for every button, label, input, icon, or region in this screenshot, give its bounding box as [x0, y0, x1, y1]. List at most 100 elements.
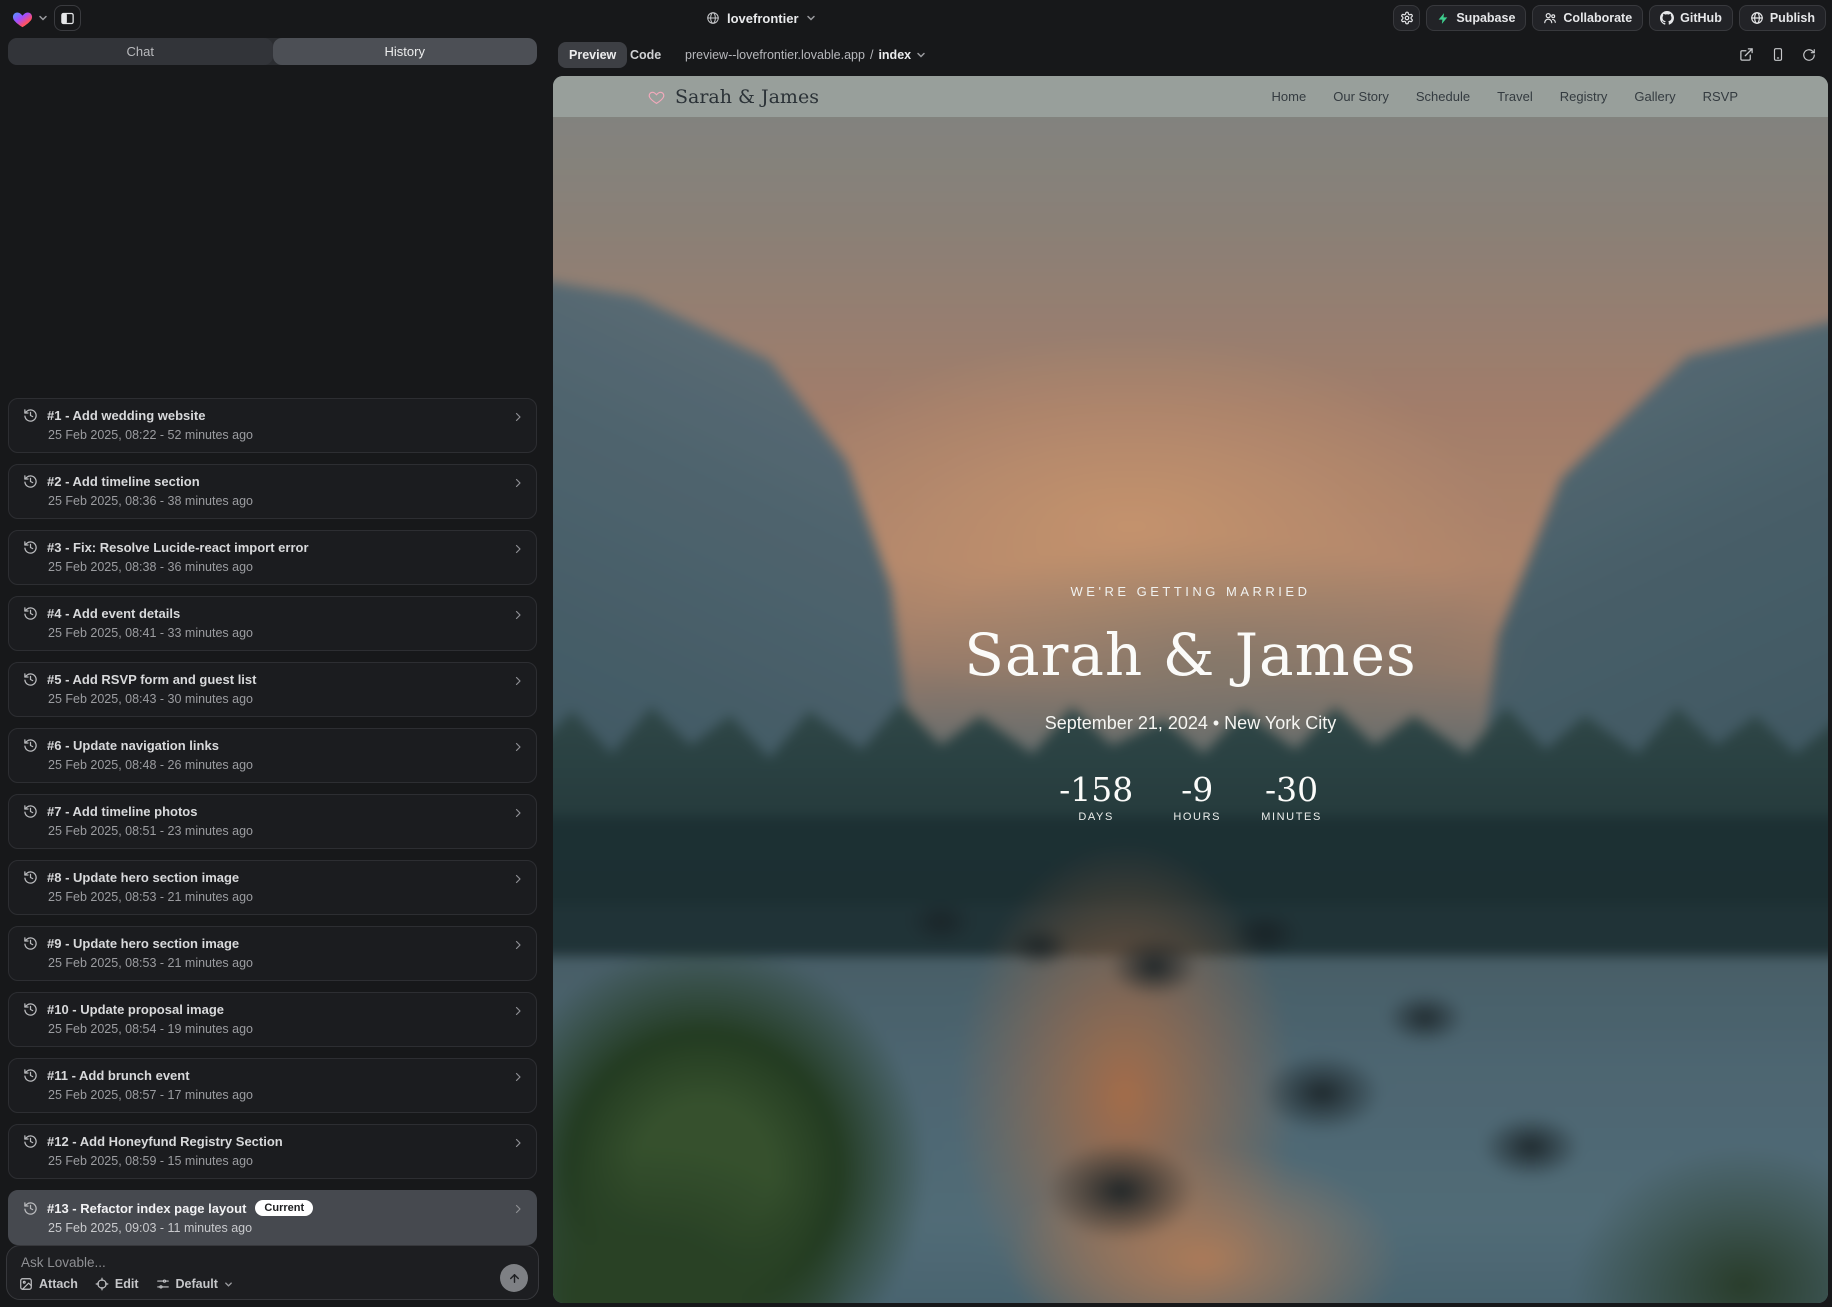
history-item-timestamp: 25 Feb 2025, 08:38 - 36 minutes ago — [48, 560, 522, 574]
send-button[interactable] — [500, 1264, 528, 1292]
history-item-timestamp: 25 Feb 2025, 08:43 - 30 minutes ago — [48, 692, 522, 706]
site-nav-link[interactable]: Gallery — [1634, 89, 1675, 104]
history-list-item[interactable]: #5 - Add RSVP form and guest list 25 Feb… — [8, 662, 537, 717]
lovable-logo-menu[interactable] — [12, 0, 48, 36]
crosshair-icon — [95, 1277, 109, 1291]
github-button[interactable]: GitHub — [1649, 5, 1733, 31]
history-item-timestamp: 25 Feb 2025, 08:53 - 21 minutes ago — [48, 956, 522, 970]
chevron-right-icon[interactable] — [512, 1203, 524, 1215]
history-list-item[interactable]: #13 - Refactor index page layout Current… — [8, 1190, 537, 1245]
composer-input[interactable]: Ask Lovable... — [21, 1255, 106, 1270]
tab-history[interactable]: History — [273, 38, 538, 65]
site-preview-frame: Sarah & James Home Our Story Schedule Trave… — [553, 76, 1828, 1303]
edit-button-label: Edit — [115, 1277, 139, 1291]
refresh-icon[interactable] — [1802, 48, 1816, 62]
site-header: Sarah & James Home Our Story Schedule Trave… — [553, 76, 1828, 117]
tab-chat[interactable]: Chat — [8, 38, 273, 65]
publish-button-label: Publish — [1770, 11, 1815, 25]
chevron-right-icon[interactable] — [512, 807, 524, 819]
collaborate-button[interactable]: Collaborate — [1532, 5, 1643, 31]
history-list-item[interactable]: #8 - Update hero section image 25 Feb 20… — [8, 860, 537, 915]
attach-button[interactable]: Attach — [19, 1277, 78, 1291]
history-list-item[interactable]: #7 - Add timeline photos 25 Feb 2025, 08… — [8, 794, 537, 849]
history-list-item[interactable]: #10 - Update proposal image 25 Feb 2025,… — [8, 992, 537, 1047]
countdown-label: MINUTES — [1261, 811, 1322, 823]
tab-code[interactable]: Code — [630, 42, 661, 68]
countdown-value: -158 — [1059, 770, 1133, 809]
chevron-right-icon[interactable] — [512, 609, 524, 621]
history-item-title: #1 - Add wedding website — [47, 408, 205, 423]
history-list-item[interactable]: #4 - Add event details 25 Feb 2025, 08:4… — [8, 596, 537, 651]
history-item-timestamp: 25 Feb 2025, 08:53 - 21 minutes ago — [48, 890, 522, 904]
hero-title: Sarah & James — [553, 621, 1828, 689]
history-list-item[interactable]: #6 - Update navigation links 25 Feb 2025… — [8, 728, 537, 783]
site-nav-link[interactable]: Schedule — [1416, 89, 1470, 104]
site-nav-link[interactable]: Home — [1272, 89, 1307, 104]
chat-composer[interactable]: Ask Lovable... Attach — [6, 1245, 539, 1300]
history-item-timestamp: 25 Feb 2025, 08:36 - 38 minutes ago — [48, 494, 522, 508]
history-list-item[interactable]: #1 - Add wedding website 25 Feb 2025, 08… — [8, 398, 537, 453]
sidebar-toggle-button[interactable] — [54, 5, 81, 31]
countdown-column: -30 MINUTES — [1261, 770, 1322, 823]
mode-selector[interactable]: Default — [156, 1277, 233, 1291]
app-window: lovefrontier Supabase — [0, 0, 1832, 1307]
sliders-icon — [156, 1277, 170, 1291]
project-switcher[interactable]: lovefrontier — [706, 0, 816, 36]
countdown-label: HOURS — [1167, 811, 1227, 823]
history-item-title: #2 - Add timeline section — [47, 474, 200, 489]
current-badge: Current — [255, 1200, 313, 1216]
mobile-view-icon[interactable] — [1771, 47, 1785, 62]
mode-selector-label: Default — [176, 1277, 218, 1291]
chevron-right-icon[interactable] — [512, 411, 524, 423]
arrow-up-icon — [508, 1272, 521, 1285]
chevron-right-icon[interactable] — [512, 1005, 524, 1017]
tab-preview[interactable]: Preview — [558, 42, 627, 68]
history-list-item[interactable]: #9 - Update hero section image 25 Feb 20… — [8, 926, 537, 981]
preview-url-host: preview--lovefrontier.lovable.app — [685, 48, 865, 62]
site-nav-link[interactable]: Registry — [1560, 89, 1608, 104]
publish-button[interactable]: Publish — [1739, 5, 1826, 31]
site-nav-link[interactable]: Travel — [1497, 89, 1533, 104]
preview-toolbar: Preview Code preview--lovefrontier.lovab… — [553, 36, 1832, 76]
history-item-title: #12 - Add Honeyfund Registry Section — [47, 1134, 283, 1149]
countdown-label: DAYS — [1059, 811, 1133, 823]
history-item-title: #11 - Add brunch event — [47, 1068, 190, 1083]
chevron-right-icon[interactable] — [512, 1137, 524, 1149]
history-item-timestamp: 25 Feb 2025, 08:57 - 17 minutes ago — [48, 1088, 522, 1102]
history-list-item[interactable]: #2 - Add timeline section 25 Feb 2025, 0… — [8, 464, 537, 519]
chevron-right-icon[interactable] — [512, 1071, 524, 1083]
hero-section: WE'RE GETTING MARRIED Sarah & James Sept… — [553, 584, 1828, 823]
hero-date-location: September 21, 2024 • New York City — [553, 713, 1828, 734]
history-icon — [23, 738, 38, 753]
site-brand[interactable]: Sarah & James — [648, 86, 819, 108]
supabase-button[interactable]: Supabase — [1426, 5, 1526, 31]
site-nav-link[interactable]: Our Story — [1333, 89, 1389, 104]
history-item-timestamp: 25 Feb 2025, 08:48 - 26 minutes ago — [48, 758, 522, 772]
countdown-column: -9 HOURS — [1167, 770, 1227, 823]
edit-button[interactable]: Edit — [95, 1277, 139, 1291]
preview-url[interactable]: preview--lovefrontier.lovable.app / inde… — [685, 42, 926, 68]
history-item-title: #7 - Add timeline photos — [47, 804, 197, 819]
chevron-right-icon[interactable] — [512, 873, 524, 885]
chevron-right-icon[interactable] — [512, 741, 524, 753]
composer-actions: Attach Edit Defaul — [19, 1277, 233, 1291]
countdown: -158 DAYS -9 HOURS -30 MINUTES — [553, 770, 1828, 823]
site-nav-link[interactable]: RSVP — [1703, 89, 1738, 104]
history-icon — [23, 804, 38, 819]
history-item-title: #5 - Add RSVP form and guest list — [47, 672, 256, 687]
settings-button[interactable] — [1393, 5, 1420, 31]
history-list-item[interactable]: #3 - Fix: Resolve Lucide-react import er… — [8, 530, 537, 585]
globe-icon — [1750, 11, 1764, 25]
history-icon — [23, 1002, 38, 1017]
chevron-right-icon[interactable] — [512, 543, 524, 555]
history-list-item[interactable]: #11 - Add brunch event 25 Feb 2025, 08:5… — [8, 1058, 537, 1113]
history-list: #1 - Add wedding website 25 Feb 2025, 08… — [8, 106, 537, 1245]
chat-history-panel: Chat History #1 - Add wedding website — [0, 36, 545, 1307]
chevron-down-icon — [38, 13, 48, 23]
chevron-right-icon[interactable] — [512, 477, 524, 489]
history-list-item[interactable]: #12 - Add Honeyfund Registry Section 25 … — [8, 1124, 537, 1179]
chevron-right-icon[interactable] — [512, 939, 524, 951]
open-in-new-tab-icon[interactable] — [1739, 47, 1754, 62]
chevron-right-icon[interactable] — [512, 675, 524, 687]
history-item-title: #6 - Update navigation links — [47, 738, 219, 753]
